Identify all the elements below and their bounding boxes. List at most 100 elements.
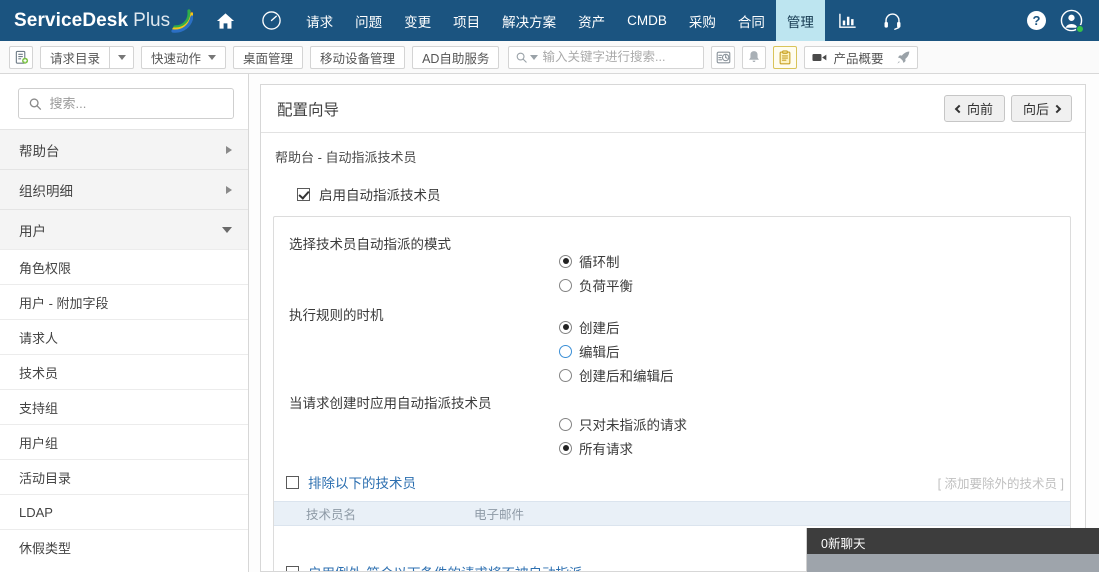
sidebar-search-input[interactable] [49,96,223,111]
radio-indicator[interactable] [559,417,572,431]
timing-option-label: 创建后 [579,321,620,336]
auto-assign-settings-box: 选择技术员自动指派的模式 循环制 负荷平衡 执行规则的时机 创建后 编辑后 创建… [273,216,1071,571]
add-excluded-technician-link[interactable]: [ 添加要除外的技术员 ] [938,473,1064,492]
sidebar-group-label: 用户 [19,223,46,239]
mode-options-row: 循环制 负荷平衡 [274,251,1070,295]
app-logo[interactable]: ServiceDesk Plus [0,0,203,41]
apply-option-unassigned-only[interactable]: 只对未指派的请求 [559,414,687,434]
history-icon[interactable] [711,45,736,69]
nav-home-icon[interactable] [203,0,248,41]
help-icon[interactable]: ? [1027,11,1046,30]
search-scope-chevron-icon[interactable] [529,54,538,60]
apply-field-row: 当请求创建时应用自动指派技术员 [274,391,1070,412]
exclude-technicians-left[interactable]: 排除以下的技术员 [286,472,416,492]
product-overview-button[interactable]: 产品概要 [804,45,891,69]
ad-selfservice-button[interactable]: AD自助服务 [412,45,500,69]
timing-option-after-create-and-edit[interactable]: 创建后和编辑后 [559,365,674,385]
secondary-toolbar: 请求目录 快速动作 桌面管理 移动设备管理 AD自助服务 输入关键字进行搜索..… [0,41,1099,74]
chevron-down-icon [208,54,217,60]
breadcrumb: 帮助台 - 自动指派技术员 [275,150,417,165]
mode-option-label: 循环制 [579,255,620,270]
panel-body: 帮助台 - 自动指派技术员 启用自动指派技术员 选择技术员自动指派的模式 循环制… [261,133,1085,571]
page-body: 帮助台 组织明细 用户 角色权限 用户 - 附加字段 请求人 技术员 支持组 用… [0,74,1099,572]
product-overview-label: 产品概要 [833,51,884,66]
chevron-right-icon [1052,104,1062,113]
auto-assign-settings-inner: 选择技术员自动指派的模式 循环制 负荷平衡 执行规则的时机 创建后 编辑后 创建… [274,217,1070,571]
top-navigation-bar: ServiceDesk Plus 请求 问题 变更 项目 解决方案 资产 CMD… [0,0,1099,41]
wizard-back-label: 向前 [966,102,993,117]
bell-icon[interactable] [742,45,767,69]
sidebar-search[interactable] [18,88,234,119]
sidebar-item-user-groups[interactable]: 用户组 [0,424,248,459]
online-status-dot [1076,25,1084,33]
sidebar-item-support-groups[interactable]: 支持组 [0,389,248,424]
sidebar-item-leave-types[interactable]: 休假类型 [0,529,248,564]
sidebar-item-active-directory[interactable]: 活动目录 [0,459,248,494]
main-content: 配置向导 向前 向后 帮助台 - 自动指派技术员 启用自动指派技术员 选择技术员… [249,74,1099,572]
nav-reports-icon[interactable] [825,0,870,41]
timing-option-after-edit[interactable]: 编辑后 [559,341,674,361]
nav-item-assets[interactable]: 资产 [567,0,616,41]
radio-indicator[interactable] [559,368,572,382]
nav-item-purchase[interactable]: 采购 [678,0,727,41]
rocket-icon[interactable] [890,45,919,69]
wizard-back-button[interactable]: 向前 [943,95,1005,122]
nav-item-admin[interactable]: 管理 [775,0,825,41]
mobile-device-management-button[interactable]: 移动设备管理 [310,45,406,69]
enable-auto-assign-checkbox[interactable] [297,187,310,201]
request-catalog-button[interactable]: 请求目录 [40,45,110,69]
timing-option-after-create[interactable]: 创建后 [559,317,674,337]
nav-item-requests[interactable]: 请求 [295,0,344,41]
sidebar-item-roles[interactable]: 角色权限 [0,249,248,284]
primary-nav-items: 请求 问题 变更 项目 解决方案 资产 CMDB 采购 合同 管理 [203,0,915,41]
exception-checkbox[interactable] [286,565,299,571]
request-catalog-dropdown-toggle[interactable] [109,45,135,69]
radio-indicator[interactable] [559,320,572,334]
brand-name-sub: Plus [133,9,171,31]
wizard-forward-button[interactable]: 向后 [1010,95,1072,122]
radio-indicator[interactable] [559,278,572,292]
mode-field-label: 选择技术员自动指派的模式 [289,237,451,252]
sidebar-item-requesters[interactable]: 请求人 [0,319,248,354]
avatar[interactable] [1060,9,1084,33]
clipboard-icon[interactable] [773,45,798,69]
nav-item-solutions[interactable]: 解决方案 [491,0,567,41]
sidebar-item-user-additional-fields[interactable]: 用户 - 附加字段 [0,284,248,319]
chat-widget[interactable]: 0新聊天 [806,528,1099,572]
nav-support-headset-icon[interactable] [870,0,915,41]
nav-item-problems[interactable]: 问题 [344,0,393,41]
nav-dashboard-icon[interactable] [248,0,295,41]
mode-field-row: 选择技术员自动指派的模式 [274,232,1070,253]
exception-left[interactable]: 启用例外-符合以下条件的请求将不被自动指派 [286,562,583,571]
nav-item-changes[interactable]: 变更 [393,0,442,41]
enable-auto-assign-row[interactable]: 启用自动指派技术员 [273,166,1071,216]
wizard-nav-buttons: 向前 向后 [943,95,1072,122]
apply-spacer [289,414,459,415]
new-request-icon[interactable] [9,45,33,69]
sidebar-item-ldap[interactable]: LDAP [0,494,248,529]
mode-option-label: 负荷平衡 [579,279,633,294]
desktop-management-button[interactable]: 桌面管理 [233,45,304,69]
sidebar-group-helpdesk[interactable]: 帮助台 [0,129,248,169]
chat-widget-body [807,554,1099,572]
chat-widget-header[interactable]: 0新聊天 [807,528,1099,554]
sidebar-item-technicians[interactable]: 技术员 [0,354,248,389]
radio-indicator[interactable] [559,254,572,268]
radio-indicator[interactable] [559,441,572,455]
mode-option-loadbalance[interactable]: 负荷平衡 [559,275,633,295]
nav-item-contracts[interactable]: 合同 [727,0,776,41]
sidebar-group-organization[interactable]: 组织明细 [0,169,248,209]
quick-action-button[interactable]: 快速动作 [141,45,227,69]
radio-indicator[interactable] [559,344,572,358]
nav-item-cmdb[interactable]: CMDB [616,0,678,41]
sidebar-group-label: 组织明细 [19,183,73,199]
timing-field-row: 执行规则的时机 创建后 编辑后 创建后和编辑后 [274,303,1070,385]
global-search[interactable] [508,45,705,69]
exclude-technicians-checkbox[interactable] [286,475,299,489]
search-input[interactable] [542,50,697,64]
mode-option-roundrobin[interactable]: 循环制 [559,251,633,271]
nav-item-projects[interactable]: 项目 [442,0,491,41]
chevron-right-icon [226,185,232,194]
sidebar-group-users[interactable]: 用户 [0,209,248,249]
apply-option-all-requests[interactable]: 所有请求 [559,438,687,458]
